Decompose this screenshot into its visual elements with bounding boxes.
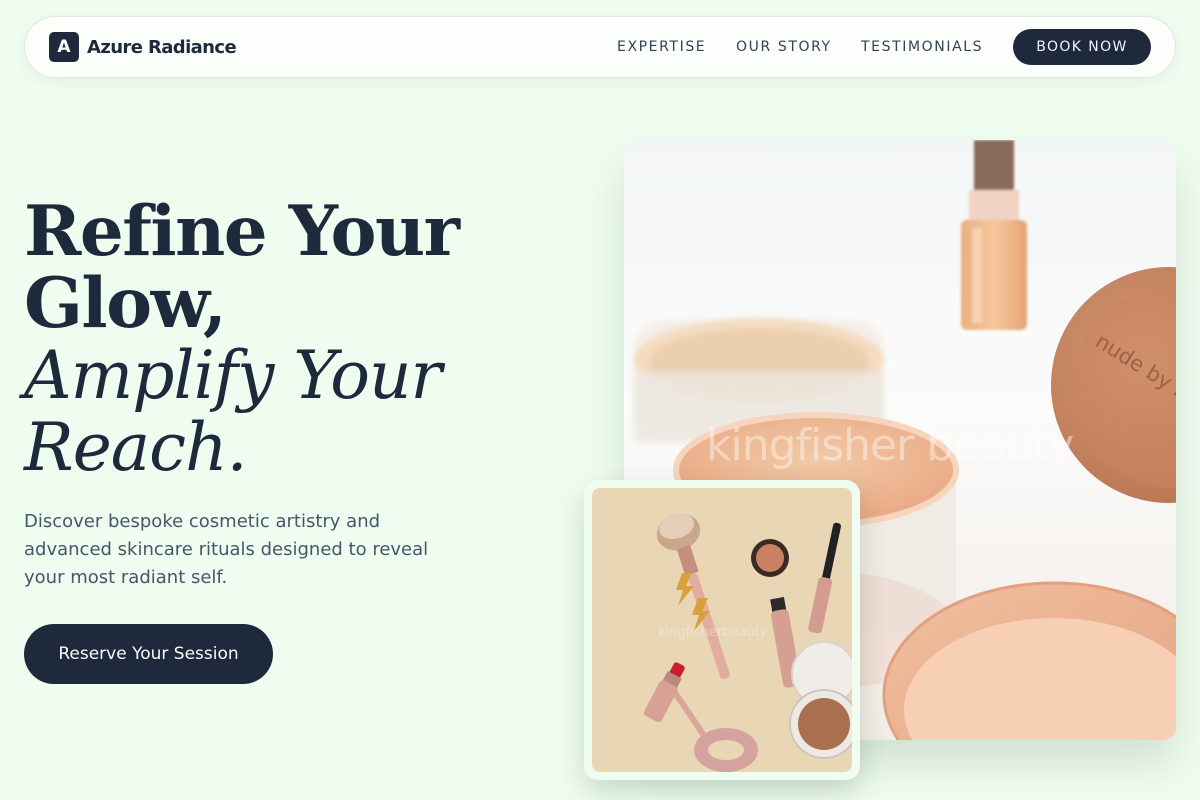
- brand-name: Azure Radiance: [87, 36, 237, 58]
- inset-photo-watermark: kingfisherbeauty: [658, 625, 768, 640]
- hero-headline: Refine Your Glow, Amplify Your Reach.: [24, 196, 544, 484]
- headline-line-3: Amplify Your: [24, 337, 442, 414]
- brand-mark-icon: A: [49, 32, 79, 62]
- book-now-button[interactable]: BOOK NOW: [1013, 29, 1151, 65]
- brand-logo[interactable]: A Azure Radiance: [49, 32, 237, 62]
- inset-makeup-photo-frame: kingfisherbeauty: [584, 480, 860, 780]
- reserve-session-button[interactable]: Reserve Your Session: [24, 624, 273, 684]
- headline-line-1: Refine Your: [24, 191, 460, 272]
- headline-line-4: Reach.: [24, 409, 248, 486]
- inset-makeup-photo: kingfisherbeauty: [592, 488, 852, 772]
- headline-line-2: Glow,: [24, 263, 227, 344]
- top-navbar: A Azure Radiance EXPERTISE OUR STORY TES…: [24, 16, 1176, 78]
- nav-link-our-story[interactable]: OUR STORY: [736, 39, 832, 55]
- hero-description: Discover bespoke cosmetic artistry and a…: [24, 511, 429, 588]
- nav-link-expertise[interactable]: EXPERTISE: [617, 39, 706, 55]
- main-photo-watermark: kingfisher beauty: [706, 420, 1073, 471]
- nav-link-testimonials[interactable]: TESTIMONIALS: [861, 39, 983, 55]
